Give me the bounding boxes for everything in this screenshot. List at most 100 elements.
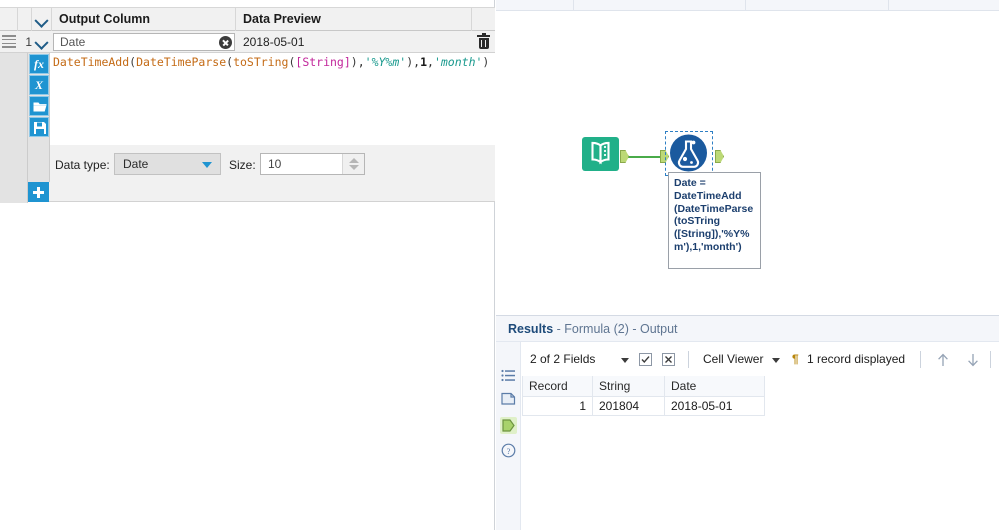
workflow-canvas[interactable]: Date = DateTimeAdd (DateTimeParse (toSTring…	[496, 12, 999, 315]
add-formula-row	[28, 182, 495, 202]
annotation-line: (DateTimeParse	[674, 202, 754, 215]
formula-config-panel: Output Column Data Preview 1 2018-05-01 …	[0, 0, 495, 530]
stepper-down-icon[interactable]	[349, 165, 359, 170]
cell-date[interactable]: 2018-05-01	[664, 396, 765, 416]
deselect-all-fields-icon[interactable]	[662, 353, 675, 366]
header-output-column: Output Column	[52, 8, 236, 31]
row-drag-handle-icon[interactable]	[2, 35, 16, 48]
annotation-line: DateTimeAdd	[674, 189, 742, 202]
annotation-line: ([String]),'%Y%	[674, 228, 750, 241]
select-all-fields-icon[interactable]	[639, 353, 652, 366]
fx-glyph: fx	[34, 56, 44, 71]
pilcrow-icon[interactable]: ¶	[792, 342, 799, 376]
size-spinner-buttons[interactable]	[342, 154, 364, 174]
fields-selector-label[interactable]: 2 of 2 Fields	[530, 342, 595, 376]
function-fx-icon[interactable]: fx	[29, 54, 49, 74]
x-glyph: X	[34, 77, 43, 92]
stepper-up-icon[interactable]	[349, 158, 359, 163]
data-type-label: Data type:	[55, 158, 110, 172]
connector-line	[623, 156, 665, 158]
chevron-down-icon[interactable]	[621, 358, 629, 363]
results-title-bar: Results - Formula (2) - Output	[496, 316, 999, 342]
column-header-record[interactable]: Record	[522, 376, 593, 397]
column-header-date[interactable]: Date	[664, 376, 765, 397]
results-panel: Results - Formula (2) - Output ? 2 of 2 …	[496, 315, 999, 530]
workflow-tab-strip[interactable]	[496, 0, 999, 11]
toolbar-divider	[920, 351, 921, 368]
results-title: Results	[508, 322, 554, 336]
arrow-up-icon[interactable]	[936, 352, 950, 368]
formula-token-punc: ,	[357, 55, 365, 69]
output-anchor-icon[interactable]	[620, 150, 629, 163]
formula-tool-node[interactable]	[665, 131, 713, 176]
floppy-save-icon[interactable]	[29, 117, 49, 137]
add-row-button[interactable]	[28, 182, 49, 202]
annotation-line: (toSTring	[674, 215, 721, 228]
chevron-down-icon	[36, 15, 47, 22]
formula-token-str: 'month'	[433, 55, 483, 69]
delete-row-icon[interactable]	[477, 33, 490, 50]
cell-viewer-label[interactable]: Cell Viewer	[703, 342, 763, 376]
chevron-down-icon	[37, 38, 48, 45]
size-value: 10	[268, 157, 282, 171]
help-icon[interactable]: ?	[500, 442, 517, 459]
header-data-preview: Data Preview	[236, 8, 472, 31]
results-table: Record String Date 1 201804 2018-05-01	[522, 376, 765, 416]
formula-token-fn: toSTring	[233, 55, 289, 69]
formula-expression-text: DateTimeAdd(DateTimeParse(toSTring([Stri…	[53, 55, 493, 70]
toolbar-divider	[688, 351, 689, 368]
formula-expression-editor[interactable]: DateTimeAdd(DateTimeParse(toSTring([Stri…	[50, 53, 495, 145]
data-type-value: Date	[123, 157, 149, 171]
formula-row-1: 1 2018-05-01	[0, 31, 495, 53]
cell-record[interactable]: 1	[522, 396, 593, 416]
chevron-down-icon	[202, 162, 212, 168]
row-expand-toggle[interactable]	[32, 31, 52, 53]
annotation-line: m'),1,'month')	[674, 240, 742, 253]
metadata-icon[interactable]	[500, 390, 517, 407]
app-root: Output Column Data Preview 1 2018-05-01 …	[0, 0, 999, 530]
record-count-label: 1 record displayed	[807, 352, 906, 366]
size-stepper[interactable]: 10	[260, 153, 365, 175]
header-expand-toggle[interactable]	[32, 8, 52, 31]
arrow-down-icon[interactable]	[966, 352, 980, 368]
table-row: 1 201804 2018-05-01	[522, 396, 765, 416]
svg-text:?: ?	[507, 446, 511, 456]
list-icon[interactable]	[500, 367, 517, 384]
results-grid[interactable]: Record String Date 1 201804 2018-05-01	[522, 376, 999, 530]
results-toolbar: 2 of 2 Fields Cell Viewer ¶ 1 record dis…	[522, 342, 999, 376]
formula-token-num: 1	[420, 55, 428, 69]
formula-token-fn: DateTimeParse	[136, 55, 227, 69]
formula-token-str: '%Y%m'	[364, 55, 407, 69]
folder-open-icon[interactable]	[29, 96, 49, 116]
header-rownum-cell	[18, 8, 32, 31]
annotation-line: Date =	[674, 177, 706, 189]
row-number: 1	[25, 35, 32, 49]
variable-x-icon[interactable]: X	[29, 75, 49, 95]
toolbar-divider	[990, 351, 991, 368]
results-subtitle: - Formula (2) - Output	[556, 322, 678, 336]
results-side-rail: ?	[496, 342, 521, 530]
chevron-down-icon[interactable]	[772, 358, 780, 363]
formula-editor-toolbar: fx X	[28, 53, 50, 185]
config-empty-area	[0, 203, 494, 530]
cell-string[interactable]: 201804	[592, 396, 665, 416]
formula-token-punc: ,	[427, 55, 434, 69]
config-left-gutter	[0, 53, 28, 203]
formula-token-fn: DateTimeAdd	[53, 55, 130, 69]
size-label: Size:	[229, 158, 256, 172]
data-preview-value: 2018-05-01	[243, 35, 305, 49]
config-grid-header: Output Column Data Preview	[0, 7, 495, 31]
column-header-string[interactable]: String	[592, 376, 665, 397]
header-actions-cell	[472, 8, 495, 31]
clear-output-column-icon[interactable]	[219, 36, 232, 49]
output-column-input[interactable]	[53, 33, 235, 51]
output-anchor-icon[interactable]	[500, 417, 517, 434]
formula-token-paren: )	[482, 55, 490, 69]
table-header-row: Record String Date	[522, 376, 765, 397]
header-grip-cell	[0, 8, 18, 31]
text-input-tool-node[interactable]	[581, 136, 620, 172]
data-type-dropdown[interactable]: Date	[114, 153, 221, 175]
datatype-size-bar: Data type: Date Size: 10	[50, 145, 495, 185]
tool-annotation: Date = DateTimeAdd (DateTimeParse (toSTring…	[668, 172, 761, 269]
output-anchor-icon[interactable]	[715, 150, 724, 163]
